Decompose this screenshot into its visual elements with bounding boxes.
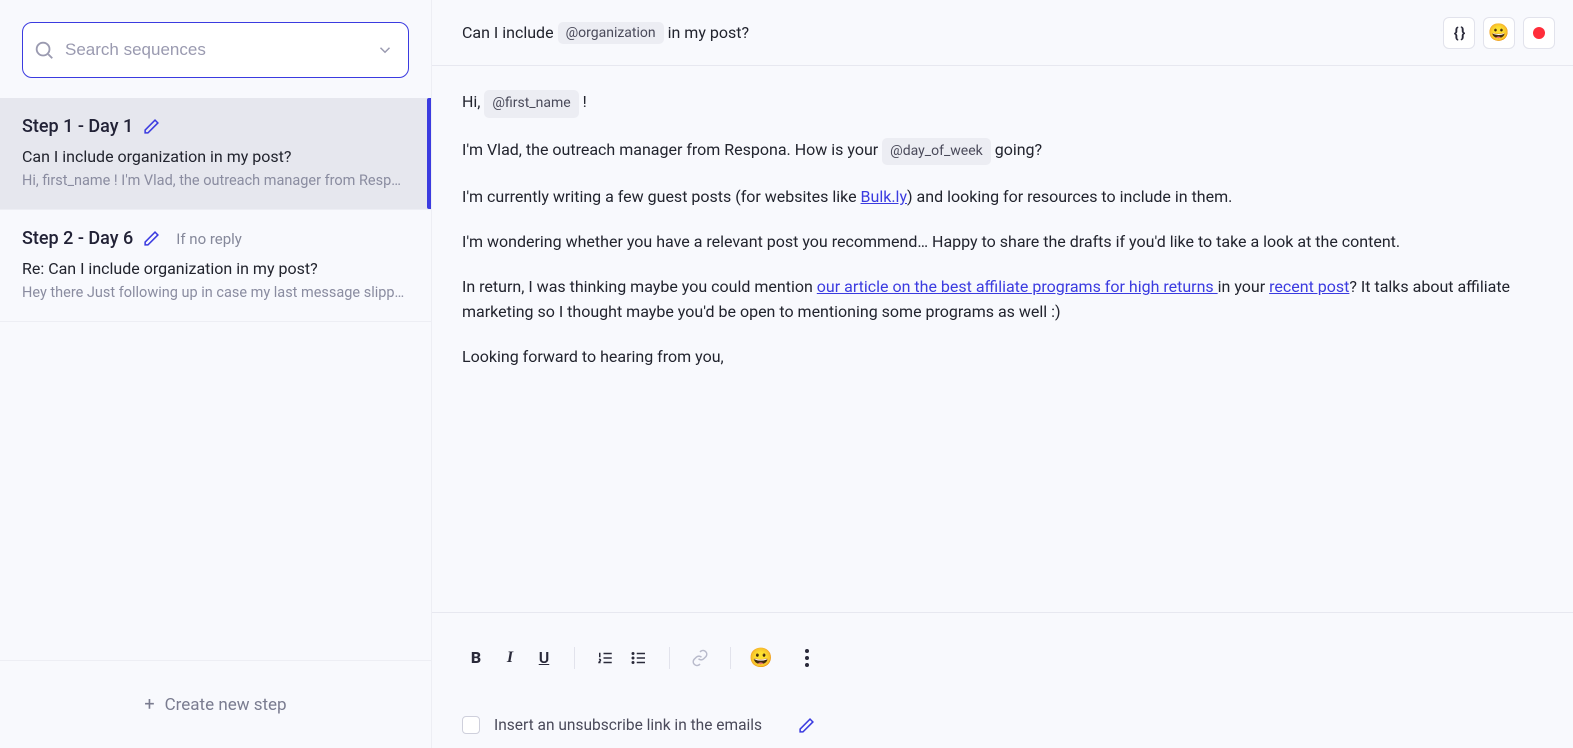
smile-icon: 😀 — [749, 646, 773, 669]
body-greeting: Hi, @first_name ! — [462, 90, 1543, 118]
link-icon — [691, 649, 709, 667]
sequence-sidebar: Step 1 - Day 1 Can I include organizatio… — [0, 0, 432, 748]
body-p6: Looking forward to hearing from you, — [462, 345, 1543, 370]
variable-first-name[interactable]: @first_name — [484, 90, 578, 118]
edit-unsubscribe-icon[interactable] — [798, 717, 815, 734]
edit-icon[interactable] — [143, 118, 160, 135]
text: ) and looking for resources to include i… — [907, 187, 1232, 206]
insert-emoji-button[interactable]: 😀 — [1483, 17, 1515, 49]
text: in your — [1218, 277, 1269, 296]
link-button[interactable] — [686, 644, 714, 672]
search-input[interactable] — [55, 40, 376, 60]
edit-icon[interactable] — [143, 230, 160, 247]
record-button[interactable] — [1523, 17, 1555, 49]
steps-list: Step 1 - Day 1 Can I include organizatio… — [0, 98, 431, 660]
step-title: Step 2 - Day 6 — [22, 228, 133, 249]
separator — [730, 647, 731, 669]
unordered-list-icon — [630, 649, 648, 667]
subject-pre: Can I include — [462, 23, 554, 42]
link-article[interactable]: our article on the best affiliate progra… — [817, 277, 1218, 296]
chevron-down-icon[interactable] — [376, 41, 394, 59]
text: In return, I was thinking maybe you coul… — [462, 277, 817, 296]
smile-icon: 😀 — [1488, 23, 1509, 43]
footer-row: Insert an unsubscribe link in the emails — [432, 702, 1573, 748]
more-options-button[interactable] — [793, 644, 821, 672]
step-preview: Hi, first_name ! I'm Vlad, the outreach … — [22, 172, 409, 189]
step-condition: If no reply — [176, 230, 242, 248]
step-item-1[interactable]: Step 1 - Day 1 Can I include organizatio… — [0, 98, 431, 210]
text: I'm currently writing a few guest posts … — [462, 187, 861, 206]
record-dot-icon — [1533, 27, 1545, 39]
bold-button[interactable]: B — [462, 644, 490, 672]
text: Hi, — [462, 92, 480, 111]
format-toolbar: B I U 😀 — [432, 612, 1573, 702]
ordered-list-icon — [596, 649, 614, 667]
plus-icon: + — [144, 694, 154, 715]
step-subject: Can I include organization in my post? — [22, 147, 409, 166]
unordered-list-button[interactable] — [625, 644, 653, 672]
step-title: Step 1 - Day 1 — [22, 116, 133, 137]
body-p5: In return, I was thinking maybe you coul… — [462, 275, 1543, 325]
text: I'm Vlad, the outreach manager from Resp… — [462, 140, 878, 159]
create-step-label: Create new step — [165, 695, 287, 715]
search-icon — [33, 39, 55, 61]
search-wrap — [0, 0, 431, 98]
email-body-editor[interactable]: Hi, @first_name ! I'm Vlad, the outreach… — [432, 66, 1573, 612]
step-item-2[interactable]: Step 2 - Day 6 If no reply Re: Can I inc… — [0, 210, 431, 322]
separator — [574, 647, 575, 669]
variable-organization[interactable]: @organization — [558, 22, 664, 44]
insert-variable-button[interactable]: { } — [1443, 17, 1475, 49]
link-bulkly[interactable]: Bulk.ly — [861, 187, 907, 206]
emoji-button[interactable]: 😀 — [747, 644, 775, 672]
separator — [669, 647, 670, 669]
body-p4: I'm wondering whether you have a relevan… — [462, 230, 1543, 255]
underline-button[interactable]: U — [530, 644, 558, 672]
step-preview: Hey there Just following up in case my l… — [22, 284, 409, 301]
more-icon — [805, 649, 809, 667]
subject-row: Can I include @organization in my post? … — [432, 0, 1573, 66]
unsubscribe-label: Insert an unsubscribe link in the emails — [494, 716, 762, 734]
step-head: Step 1 - Day 1 — [22, 116, 409, 137]
ordered-list-button[interactable] — [591, 644, 619, 672]
create-step-button[interactable]: + Create new step — [0, 660, 431, 748]
italic-button[interactable]: I — [496, 644, 524, 672]
step-head: Step 2 - Day 6 If no reply — [22, 228, 409, 249]
subject-field[interactable]: Can I include @organization in my post? — [462, 22, 1443, 44]
subject-actions: { } 😀 — [1443, 17, 1555, 49]
body-p3: I'm currently writing a few guest posts … — [462, 185, 1543, 210]
search-sequences[interactable] — [22, 22, 409, 78]
editor-pane: Can I include @organization in my post? … — [432, 0, 1573, 748]
unsubscribe-checkbox[interactable] — [462, 716, 480, 734]
subject-post: in my post? — [668, 23, 749, 42]
body-p2: I'm Vlad, the outreach manager from Resp… — [462, 138, 1543, 166]
text: ! — [583, 92, 587, 111]
variable-day-of-week[interactable]: @day_of_week — [882, 138, 991, 166]
step-subject: Re: Can I include organization in my pos… — [22, 259, 409, 278]
text: going? — [995, 140, 1042, 159]
link-recent-post[interactable]: recent post — [1269, 277, 1349, 296]
